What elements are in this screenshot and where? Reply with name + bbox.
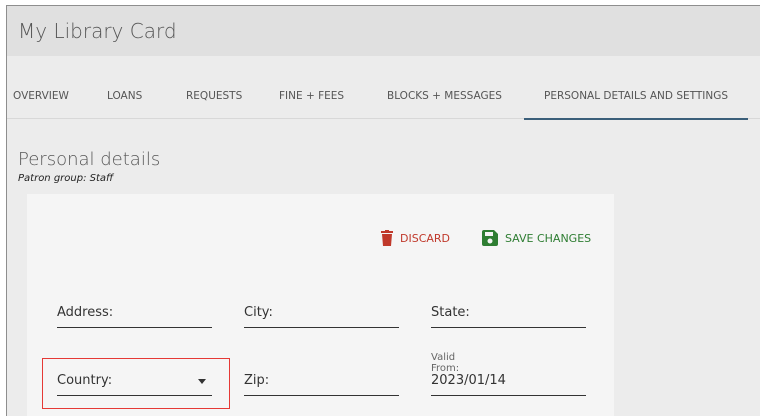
tab-loans[interactable]: LOANS <box>107 56 142 118</box>
title-bar: My Library Card <box>7 6 760 56</box>
discard-label: DISCARD <box>400 231 451 245</box>
tab-personal-details[interactable]: PERSONAL DETAILS AND SETTINGS <box>524 56 749 120</box>
page-title: My Library Card <box>18 19 177 43</box>
tab-fine-fees[interactable]: FINE + FEES <box>279 56 344 118</box>
address-label: Address: <box>57 305 114 320</box>
tab-blocks-messages[interactable]: BLOCKS + MESSAGES <box>387 56 502 118</box>
tab-bar: OVERVIEW LOANS REQUESTS FINE + FEES BLOC… <box>7 56 760 120</box>
patron-group: Patron group: Staff <box>18 173 114 184</box>
state-label: State: <box>431 305 470 320</box>
valid-from-label: Valid From: <box>431 352 460 374</box>
tab-overview[interactable]: OVERVIEW <box>13 56 69 118</box>
country-underline <box>57 395 212 396</box>
tab-requests[interactable]: REQUESTS <box>186 56 242 118</box>
trash-icon <box>381 230 393 246</box>
discard-button[interactable]: DISCARD <box>381 230 450 246</box>
state-underline <box>431 327 586 328</box>
country-label: Country: <box>57 373 113 388</box>
floppy-disk-icon <box>482 230 498 246</box>
section-title: Personal details <box>18 149 161 170</box>
zip-label: Zip: <box>244 373 270 388</box>
zip-underline <box>244 395 399 396</box>
address-underline <box>57 327 212 328</box>
city-underline <box>244 327 399 328</box>
personal-details-form: DISCARD SAVE CHANGES Address: City: Stat… <box>27 194 614 416</box>
save-changes-label: SAVE CHANGES <box>505 231 592 245</box>
chevron-down-icon[interactable] <box>198 379 206 384</box>
save-changes-button[interactable]: SAVE CHANGES <box>482 230 591 246</box>
library-card-window: My Library Card OVERVIEW LOANS REQUESTS … <box>6 5 760 416</box>
valid-from-value[interactable]: 2023/01/14 <box>431 373 506 388</box>
city-label: City: <box>244 305 273 320</box>
valid-from-underline <box>431 395 586 396</box>
